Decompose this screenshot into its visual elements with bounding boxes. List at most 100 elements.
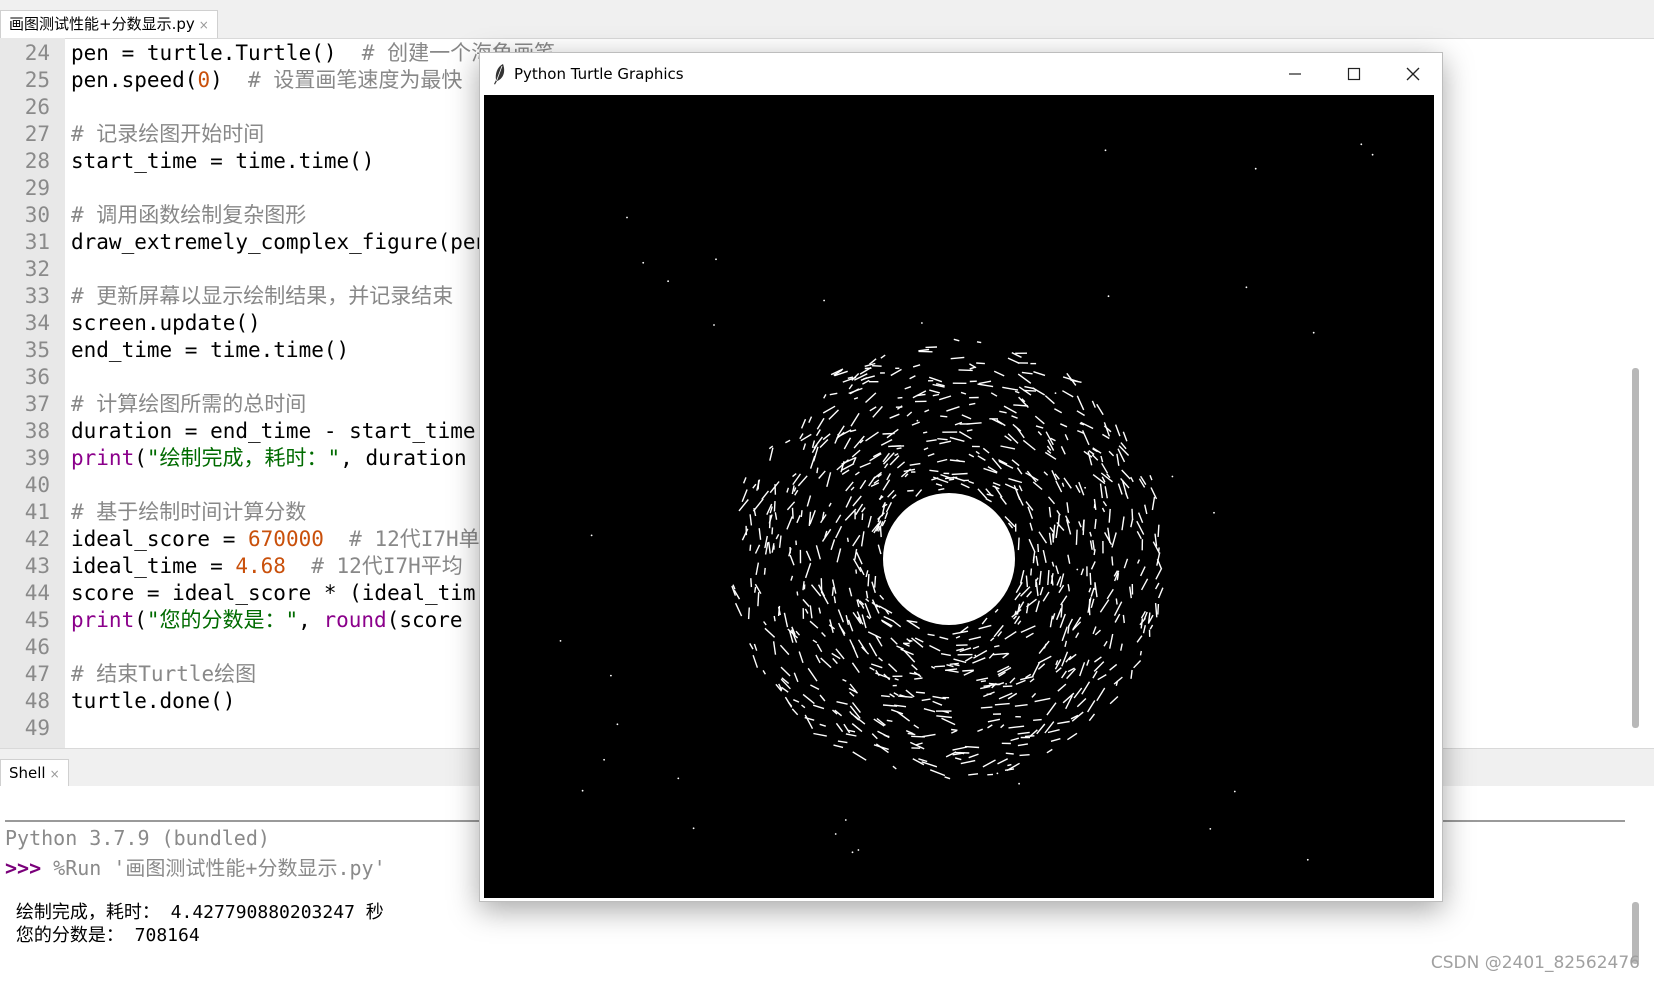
turtle-graphics-window[interactable]: Python Turtle Graphics [479,52,1443,902]
spiral-stroke [851,662,860,674]
spiral-stroke [1037,663,1046,670]
spiral-stroke [1019,570,1025,584]
spiral-stroke [1067,554,1071,564]
spiral-stroke [998,460,1014,469]
spiral-stroke [880,438,893,446]
spiral-stroke [1056,510,1061,516]
spiral-stroke [1155,568,1163,580]
spiral-stroke [1075,632,1080,639]
turtle-canvas[interactable] [484,95,1434,898]
spiral-stroke [865,431,879,442]
spiral-stroke [907,489,914,492]
spiral-stroke [805,550,812,561]
editor-scrollbar[interactable] [1632,368,1639,728]
spiral-stroke [880,354,886,359]
line-number: 46 [24,635,50,659]
spiral-stroke [848,587,853,597]
code-text: # 记录绘图开始时间 [71,121,264,148]
spiral-stroke [815,429,821,437]
spiral-stroke [1054,408,1063,414]
spiral-stroke [969,366,976,370]
spiral-stroke [1157,603,1160,615]
code-builtin: print [71,446,135,470]
spiral-stroke [915,691,925,694]
spiral-stroke [1081,430,1090,446]
spiral-stroke [1149,475,1153,481]
tab-close-icon[interactable]: × [199,18,209,32]
spiral-stroke [1089,540,1093,550]
maximize-button[interactable] [1331,53,1377,95]
spiral-stroke [1136,559,1141,564]
spiral-stroke [886,719,893,722]
spiral-stroke [793,672,799,683]
spiral-stroke [811,440,816,448]
scatter-dot [834,833,837,835]
spiral-stroke [1061,482,1065,487]
spiral-stroke [1044,395,1055,405]
spiral-stroke [861,614,867,629]
spiral-stroke [951,729,958,734]
spiral-stroke [1046,748,1053,754]
editor-file-tab[interactable]: 画图测试性能+分数显示.py × [0,10,218,38]
spiral-stroke [786,487,790,493]
spiral-stroke [1078,481,1085,496]
minimize-button[interactable] [1272,53,1318,95]
code-text: start_time = time.time() [71,148,374,175]
spiral-stroke [1028,538,1036,553]
center-disc [883,493,1015,625]
shell-tab[interactable]: Shell × [0,759,69,787]
spiral-stroke [1078,521,1082,528]
spiral-stroke [1033,718,1042,721]
spiral-stroke [1075,529,1078,545]
spiral-stroke [846,537,849,543]
spiral-stroke [1052,533,1054,543]
spiral-stroke [1047,570,1050,586]
spiral-stroke [850,486,855,491]
spiral-stroke [1088,450,1095,456]
turtle-window-title: Python Turtle Graphics [514,65,684,83]
spiral-stroke [949,436,965,442]
spiral-stroke [836,548,842,563]
spiral-stroke [938,488,945,491]
spiral-stroke [975,450,980,455]
scatter-dot [1104,149,1107,152]
spiral-stroke [1092,540,1095,551]
spiral-stroke [795,630,801,636]
tab-close-icon[interactable]: × [50,767,60,781]
spiral-stroke [855,503,864,516]
spiral-stroke [1089,531,1092,537]
spiral-stroke [921,733,936,738]
spiral-stroke [763,567,766,575]
line-number: 30 [24,203,50,227]
spiral-stroke [997,758,1009,765]
scatter-dot [1209,828,1212,830]
spiral-stroke [868,642,878,657]
scatter-dot [1360,143,1363,146]
spiral-stroke [879,495,883,501]
scatter-dot [1171,475,1174,478]
spiral-stroke [948,478,955,481]
spiral-stroke [853,397,859,400]
turtle-window-titlebar[interactable]: Python Turtle Graphics [480,53,1442,95]
spiral-stroke [973,649,988,659]
editor-tab-bar: 画图测试性能+分数显示.py × [0,0,1654,39]
scatter-dot [642,261,645,264]
spiral-stroke [877,516,881,523]
spiral-stroke [831,587,835,596]
shell-version-line: Python 3.7.9 (bundled) [5,826,270,850]
spiral-stroke [1017,743,1029,747]
spiral-stroke [1015,601,1025,616]
code-builtin: round [323,608,387,632]
spiral-stroke [958,430,972,440]
spiral-stroke [1035,600,1040,613]
spiral-stroke [929,644,941,652]
close-button[interactable] [1390,53,1436,95]
line-number: 29 [24,176,50,200]
spiral-stroke [1017,373,1032,384]
spiral-stroke [1076,697,1087,708]
spiral-stroke [958,369,973,372]
spiral-stroke [850,412,860,427]
spiral-stroke [1014,704,1028,707]
spiral-stroke [813,732,827,737]
